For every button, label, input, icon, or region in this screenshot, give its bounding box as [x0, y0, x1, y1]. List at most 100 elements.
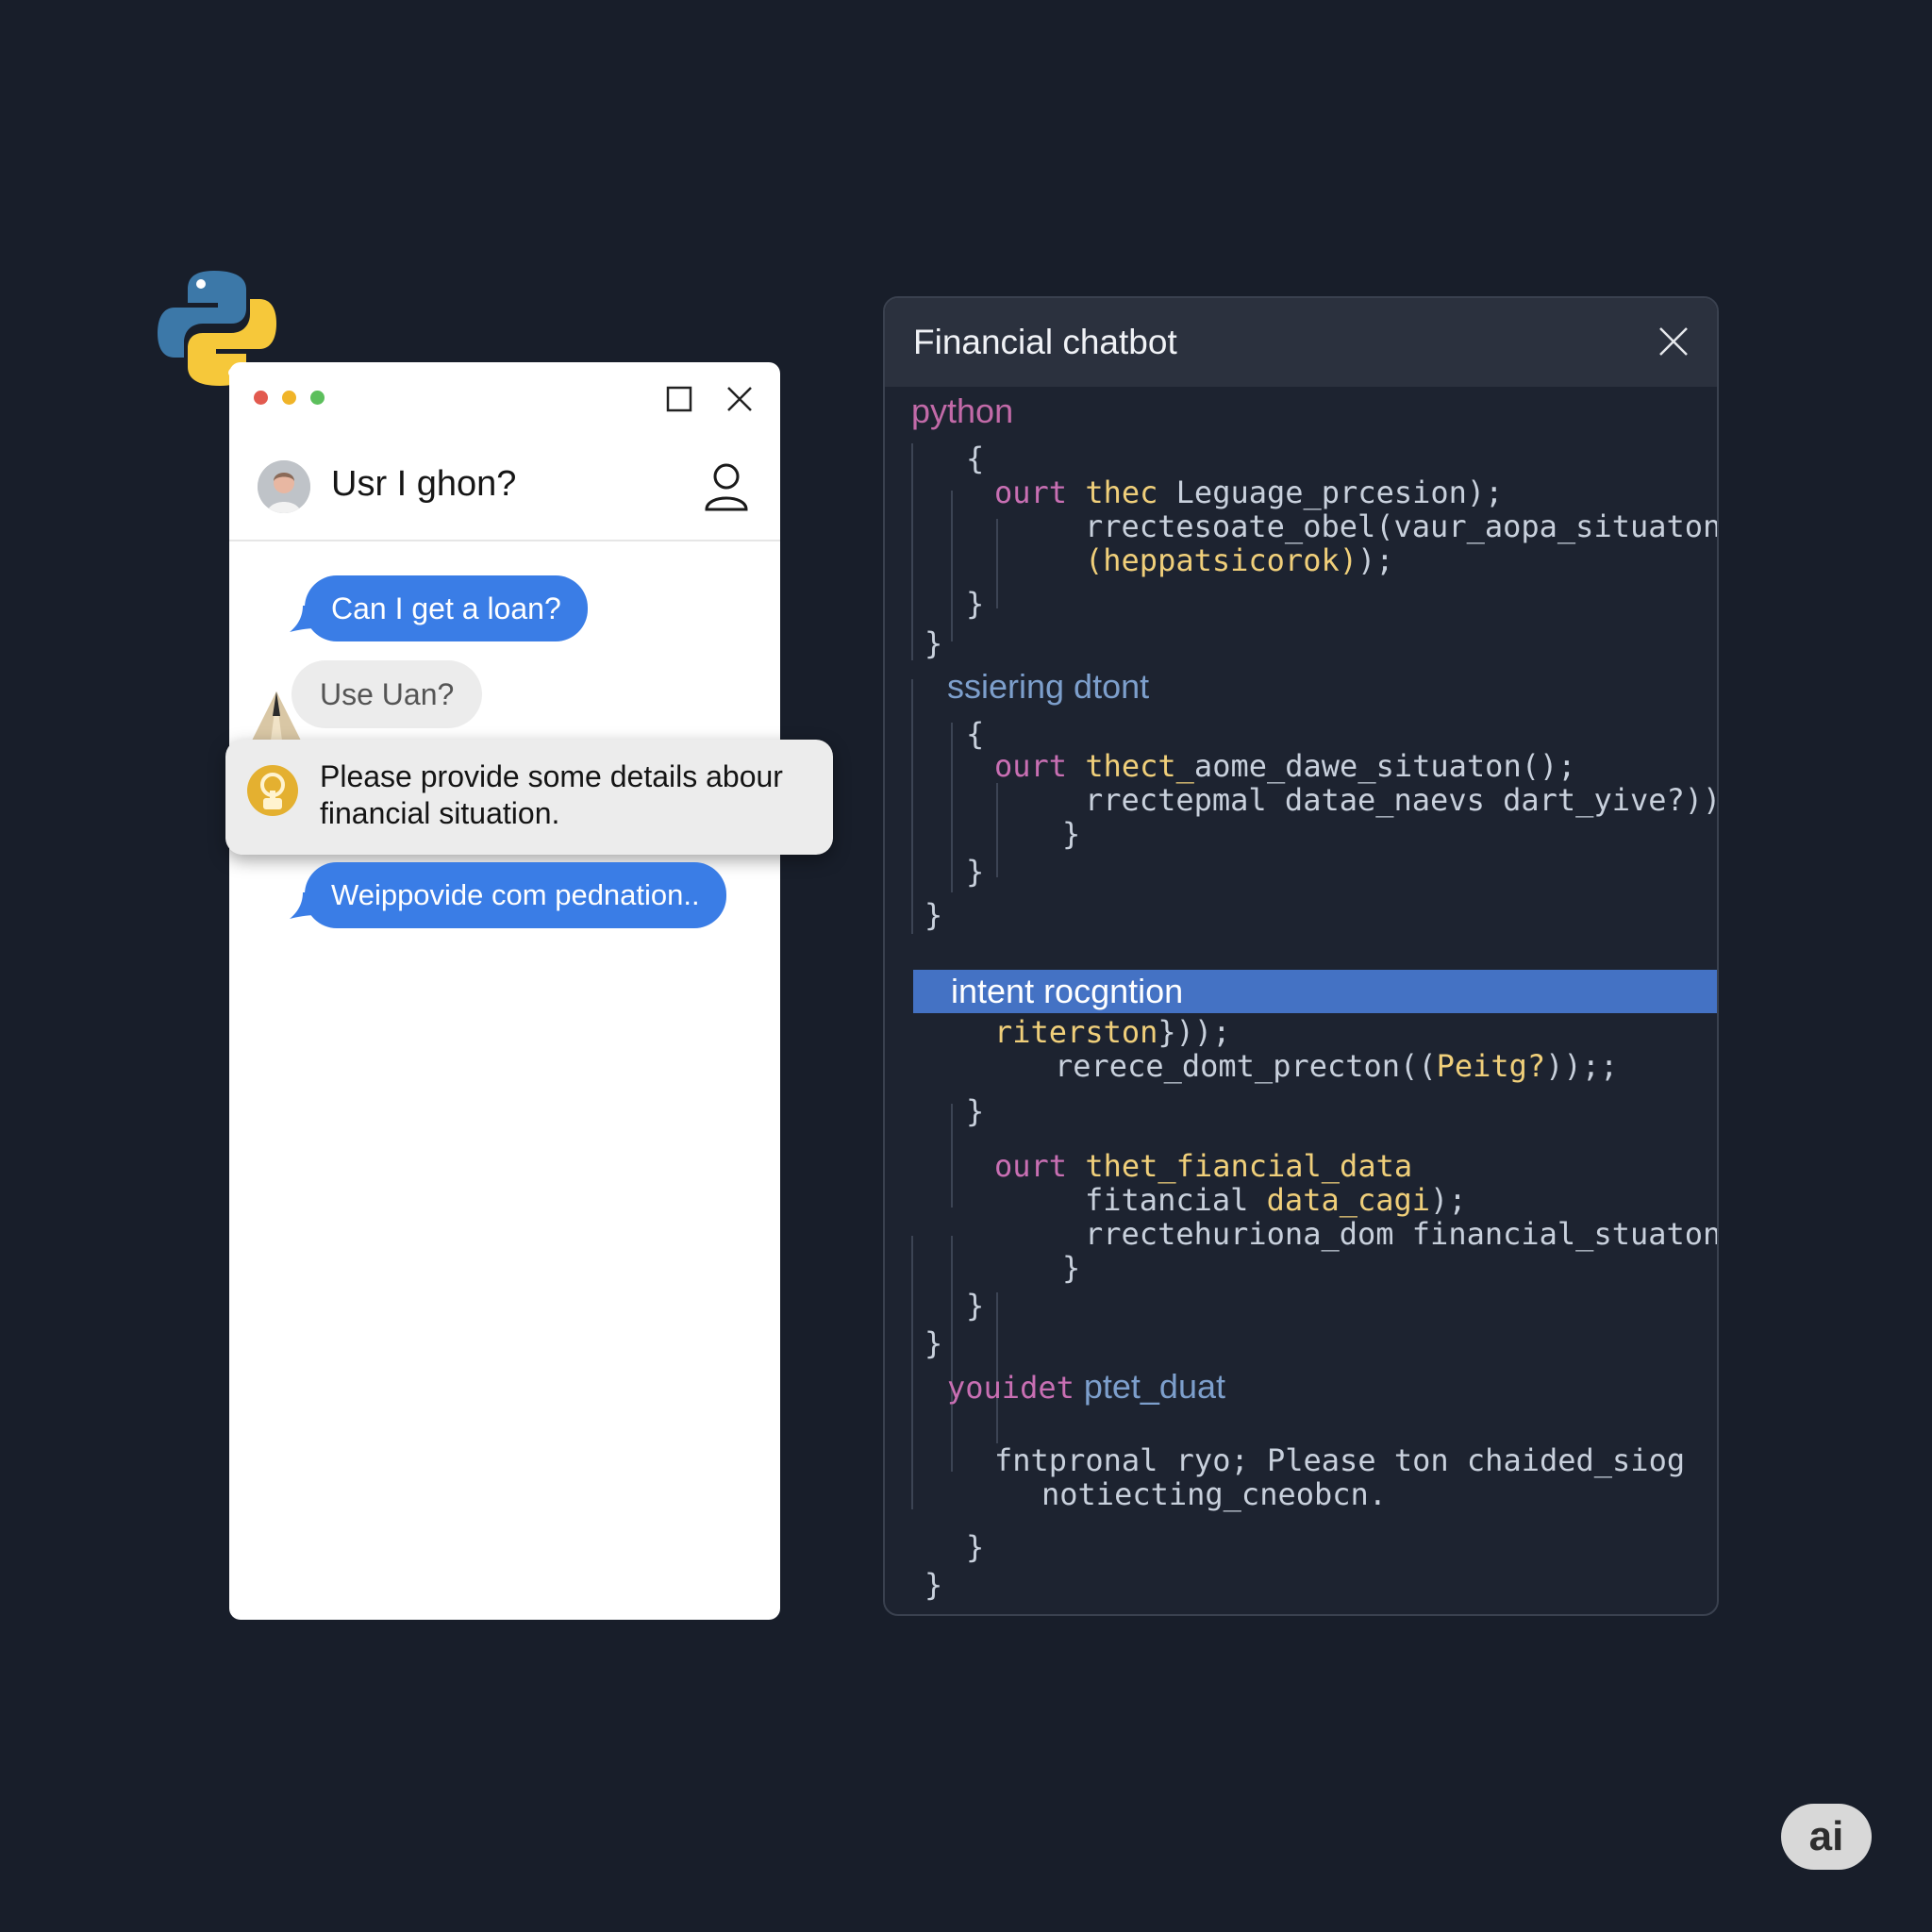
- code-line: intent rocgntion: [951, 972, 1184, 1010]
- maximize-icon[interactable]: [663, 383, 695, 415]
- indent-guide: [951, 491, 953, 641]
- code-line: ourt thec Leguage_prcesion);: [994, 474, 1503, 511]
- bot-message: Use Uan?: [291, 660, 483, 728]
- code-line: ssiering dtont: [947, 668, 1149, 707]
- code-line: }: [924, 1566, 942, 1604]
- code-line: }: [966, 1092, 984, 1130]
- code-token: }: [924, 897, 943, 933]
- code-line: python: [911, 392, 1013, 431]
- code-line: rrectepmal datae_naevs dart_yive?));: [1085, 781, 1719, 819]
- bot-icon: [247, 765, 298, 816]
- user-icon[interactable]: [703, 460, 750, 513]
- code-token: fntpronal ryo; Please ton chaided_siog: [994, 1442, 1686, 1478]
- code-line: fntpronal ryo; Please ton chaided_siog: [994, 1441, 1685, 1479]
- close-icon[interactable]: [1657, 325, 1690, 358]
- code-token: ssiering dtont: [947, 667, 1150, 706]
- code-line: {: [966, 715, 984, 753]
- code-token: }));: [1158, 1014, 1231, 1050]
- zoom-dot[interactable]: [310, 391, 325, 405]
- code-token: );: [1430, 1182, 1467, 1218]
- code-token: }: [966, 1288, 985, 1324]
- code-line: rrectehuriona_dom financial_stuaton);: [1085, 1215, 1719, 1253]
- code-token: fitancial: [1085, 1182, 1267, 1218]
- code-window: Financial chatbot intent rocgntion pytho…: [883, 296, 1719, 1616]
- code-token: );: [1357, 542, 1394, 578]
- code-token: aome_dawe_situaton();: [1193, 748, 1576, 784]
- code-line: youidet ptet_duat: [947, 1368, 1225, 1407]
- code-token: ptet_duat: [1074, 1367, 1225, 1406]
- bot-popup-message: Please provide some details abour financ…: [225, 740, 833, 855]
- code-token: }: [966, 1093, 985, 1129]
- code-token: (heppatsicorok): [1085, 542, 1357, 578]
- code-line: }: [924, 625, 942, 662]
- indent-guide: [951, 1236, 953, 1472]
- code-line: }: [966, 853, 984, 891]
- code-token: data_cagi: [1266, 1182, 1431, 1218]
- code-token: rrectesoate_obel(vaur_aopa_situaton);: [1085, 508, 1719, 544]
- user-message: Weippovide com pednation..: [305, 862, 726, 928]
- code-token: Leguage_prcesion);: [1175, 475, 1504, 510]
- code-token: thet_fiancial_data: [1067, 1148, 1413, 1184]
- code-token: }: [966, 1529, 985, 1565]
- code-line: {: [966, 440, 984, 477]
- chat-window: Usr I ghon? Can I get a loan? Use Uan? P…: [225, 362, 833, 1620]
- minimize-dot[interactable]: [282, 391, 296, 405]
- ai-badge[interactable]: ai: [1781, 1804, 1872, 1870]
- code-line: }: [966, 1528, 984, 1566]
- indent-guide: [911, 679, 913, 934]
- code-token: }: [924, 1325, 943, 1361]
- code-line: riterston}));: [994, 1013, 1230, 1051]
- code-line: }: [924, 896, 942, 934]
- code-token: riterston: [994, 1014, 1158, 1050]
- code-titlebar: Financial chatbot: [885, 298, 1717, 387]
- code-line: }: [924, 1324, 942, 1362]
- code-token: {: [966, 716, 985, 752]
- code-token: ourt: [994, 475, 1068, 510]
- close-icon[interactable]: [724, 383, 756, 415]
- code-token: rrectepmal datae_naevs dart_yive?));: [1085, 782, 1719, 818]
- close-dot[interactable]: [254, 391, 268, 405]
- code-line: notiecting_cneobcn.: [1041, 1475, 1387, 1513]
- avatar[interactable]: [258, 460, 310, 513]
- user-message: Can I get a loan?: [305, 575, 588, 641]
- code-token: }: [924, 625, 943, 661]
- code-line: rrectesoate_obel(vaur_aopa_situaton);: [1085, 508, 1719, 545]
- code-token: ourt: [994, 1148, 1068, 1184]
- code-line: }: [966, 585, 984, 623]
- code-token: thect_: [1067, 748, 1194, 784]
- indent-guide: [911, 443, 913, 660]
- code-token: youidet: [947, 1370, 1074, 1406]
- code-token: ));;: [1545, 1048, 1619, 1084]
- code-token: }: [966, 586, 985, 622]
- code-line: fitancial data_cagi);: [1085, 1181, 1467, 1219]
- code-line: }: [966, 1287, 984, 1324]
- chat-header: Usr I ghon?: [229, 438, 780, 541]
- code-token: Peitg?: [1436, 1048, 1546, 1084]
- indent-guide: [911, 1236, 913, 1509]
- code-line: ourt thect_aome_dawe_situaton();: [994, 747, 1576, 785]
- code-token: }: [1062, 1250, 1081, 1286]
- code-token: }: [966, 854, 985, 890]
- chat-titlebar: [229, 362, 780, 430]
- popup-text: Please provide some details abour financ…: [320, 759, 783, 830]
- code-line: rerece_domt_precton((Peitg?));;: [1055, 1047, 1618, 1085]
- code-token: }: [924, 1567, 943, 1603]
- indent-guide: [951, 1104, 953, 1208]
- code-line: }: [1062, 815, 1080, 853]
- code-token: }: [1062, 816, 1081, 852]
- code-line: (heppatsicorok));: [1085, 541, 1394, 579]
- chat-user-name: Usr I ghon?: [331, 464, 517, 504]
- indent-guide: [996, 519, 998, 608]
- code-token: {: [966, 441, 985, 476]
- highlighted-line[interactable]: intent rocgntion: [913, 970, 1717, 1013]
- code-editor[interactable]: intent rocgntion python { ourt thec Leguag…: [885, 387, 1717, 1614]
- code-token: rerece_domt_precton((: [1055, 1048, 1437, 1084]
- indent-guide: [951, 723, 953, 892]
- code-token: notiecting_cneobcn.: [1041, 1476, 1388, 1512]
- code-line: }: [1062, 1249, 1080, 1287]
- code-window-title: Financial chatbot: [913, 323, 1177, 361]
- code-token: thec: [1067, 475, 1176, 510]
- code-token: python: [911, 391, 1014, 430]
- code-token: rrectehuriona_dom financial_stuaton);: [1085, 1216, 1719, 1252]
- code-line: ourt thet_fiancial_data: [994, 1147, 1412, 1185]
